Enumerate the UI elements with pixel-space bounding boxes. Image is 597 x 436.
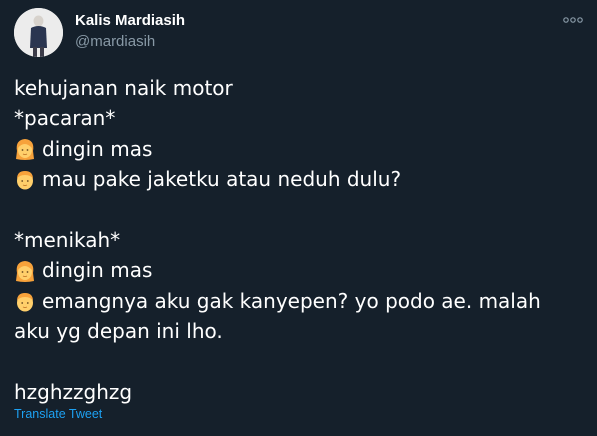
author-avatar[interactable]: [14, 8, 63, 57]
tweet-line: aku yg depan ini lho.: [14, 316, 589, 346]
tweet-line: *pacaran*: [14, 103, 589, 133]
tweet-line: [14, 195, 589, 225]
line-text: hzghzzghzg: [14, 379, 133, 404]
woman-icon: [14, 259, 36, 283]
tweet-line: dingin mas: [14, 255, 589, 285]
tweet-line: mau pake jaketku atau neduh dulu?: [14, 164, 589, 194]
line-text: emangnya aku gak kanyepen? yo podo ae. m…: [42, 288, 541, 313]
author-handle[interactable]: @mardiasih: [75, 33, 155, 50]
tweet-text: kehujanan naik motor *pacaran* dingin ma…: [14, 73, 589, 407]
line-text: *menikah*: [14, 227, 121, 252]
tweet-line: dingin mas: [14, 134, 589, 164]
tweet-line: emangnya aku gak kanyepen? yo podo ae. m…: [14, 286, 589, 316]
tweet-line: *menikah*: [14, 225, 589, 255]
tweet: Kalis Mardiasih @mardiasih kehujanan nai…: [0, 0, 597, 436]
line-text: dingin mas: [42, 258, 153, 283]
author-name[interactable]: Kalis Mardiasih: [75, 12, 185, 29]
line-text: dingin mas: [42, 136, 153, 161]
man-icon: [14, 289, 36, 313]
woman-icon: [14, 137, 36, 161]
line-text: *pacaran*: [14, 106, 116, 131]
more-options-icon[interactable]: [562, 12, 584, 28]
tweet-line: kehujanan naik motor: [14, 73, 589, 103]
line-text: mau pake jaketku atau neduh dulu?: [42, 167, 402, 192]
line-text: kehujanan naik motor: [14, 76, 233, 100]
tweet-line: [14, 347, 589, 377]
man-icon: [14, 167, 36, 191]
tweet-line: hzghzzghzg: [14, 377, 589, 407]
line-text: aku yg depan ini lho.: [14, 319, 223, 344]
translate-tweet-link[interactable]: Translate Tweet: [14, 407, 102, 421]
